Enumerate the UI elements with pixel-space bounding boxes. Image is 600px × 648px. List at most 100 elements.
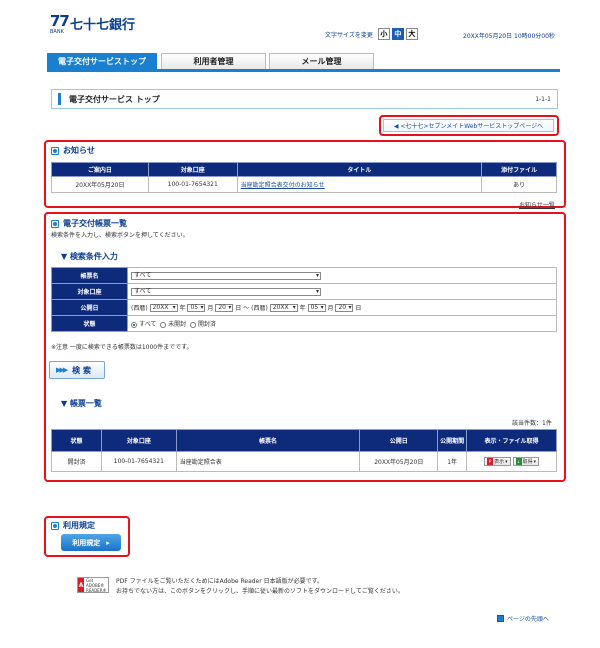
notice-title-cell: 当座勘定照合表交付のお知らせ [236, 176, 483, 193]
logo-number: 77 [50, 12, 70, 30]
tab-service-top[interactable]: 電子交付サービストップ [47, 53, 157, 69]
date-to-month-unit: 月 [327, 304, 334, 312]
form-name-cell: すべて [127, 267, 557, 284]
rules-heading-label: 利用規定 [63, 521, 95, 530]
notice-date: 20XX年05月20日 [51, 176, 149, 193]
page-top-label: ページの先頭へ [507, 616, 549, 623]
tab-user-management[interactable]: 利用者管理 [161, 53, 266, 69]
date-from-year-unit: 年 [179, 304, 186, 312]
status-option-opened: 開封済 [198, 321, 217, 328]
font-size-switcher: 文字サイズを変更 小 中 大 [325, 28, 418, 40]
status-radio-all[interactable] [131, 321, 137, 328]
notice-heading: お知らせ [51, 145, 95, 156]
rules-button-label: 利用規定 [72, 538, 101, 547]
date-from-month-unit: 月 [207, 304, 214, 312]
row-date: 20XX年05月20日 [359, 451, 439, 472]
col-account: 対象口座 [100, 429, 177, 452]
font-size-small-button[interactable]: 小 [377, 28, 390, 40]
col-status: 状態 [51, 429, 102, 452]
main-tabs: 電子交付サービストップ 利用者管理 メール管理 [47, 53, 560, 72]
account-label: 対象口座 [51, 283, 128, 300]
notice-account: 100-01-7654321 [147, 176, 238, 193]
title-accent-bar [58, 93, 61, 105]
search-button[interactable]: ▶▶▶ 検 索 [49, 361, 105, 379]
date-to-day-select[interactable]: 20 [335, 304, 354, 313]
search-button-label: 検 索 [72, 365, 91, 375]
get-adobe-reader-button[interactable]: A Get ADOBE® READER® [77, 577, 109, 593]
date-to-month-select[interactable]: 05 [307, 304, 326, 313]
date-to-year-unit: 年 [299, 304, 306, 312]
result-count: 該当件数：1件 [512, 420, 552, 427]
sevenmate-top-link[interactable]: ◀ <七十七>セブンメイトWebサービストップページへ [383, 119, 554, 132]
tab-mail-management[interactable]: メール管理 [269, 53, 374, 69]
date-cell: (西暦) 20XX 年 05 月 20 日 〜 (西暦) 20XX 年 05 月… [127, 299, 557, 316]
section-bullet-icon [51, 146, 59, 155]
search-conditions-table: 帳票名 すべて 対象口座 すべて 公開日 (西暦) 20XX 年 05 月 20… [51, 267, 557, 332]
logo-bank: BANK [50, 29, 64, 35]
section-bullet-icon [51, 219, 59, 228]
status-label: 状態 [51, 315, 128, 332]
adobe-note-1: PDF ファイルをご覧いただくためにはAdobe Reader 日本語版が必要で… [116, 578, 324, 585]
table-row: 20XX年05月20日 100-01-7654321 当座勘定照合表交付のお知ら… [51, 176, 557, 193]
sevenmate-top-link-label: ◀ <七十七>セブンメイトWebサービストップページへ [393, 123, 544, 130]
adobe-note-2: お持ちでない方は、このボタンをクリックし、手順に従い最新のソフトをダウンロードし… [116, 588, 404, 595]
arrow-up-icon [497, 615, 504, 622]
col-form-name: 帳票名 [175, 429, 361, 452]
date-from-era: (西暦) [131, 304, 148, 312]
ledger-heading: 電子交付帳票一覧 [51, 218, 127, 229]
status-option-all: すべて [139, 321, 157, 328]
date-separator: 〜 [243, 304, 250, 312]
notice-attachment: あり [481, 176, 557, 193]
row-period: 1年 [437, 451, 468, 472]
pdf-icon: P [487, 458, 494, 465]
account-select[interactable]: すべて [131, 287, 321, 296]
row-actions: P 表示 ▾ ↓ 取得 ▾ [466, 451, 557, 472]
notice-list-link[interactable]: お知らせ一覧 [519, 200, 555, 209]
col-notice-date: ご案内日 [51, 162, 149, 177]
page-id: 1-1-1 [535, 96, 551, 103]
download-button-label: 取得 [522, 459, 533, 465]
date-label: 公開日 [51, 299, 128, 316]
adobe-logo-icon: A [78, 578, 85, 592]
logo-name: 七十七銀行 [70, 18, 136, 33]
table-row: 開封済 100-01-7654321 当座勘定照合表 20XX年05月20日 1… [51, 451, 557, 472]
font-size-medium-button[interactable]: 中 [391, 28, 404, 40]
date-to-day-unit: 日 [355, 304, 362, 312]
form-name-select[interactable]: すべて [131, 271, 321, 280]
adobe-badge-bottom: ADOBE® READER® [86, 582, 107, 593]
col-notice-account: 対象口座 [147, 162, 238, 177]
triple-arrow-icon: ▶▶▶ [56, 366, 68, 374]
date-from-day-select[interactable]: 20 [215, 304, 234, 313]
bank-logo: 77 BANK 七十七銀行 [50, 12, 140, 35]
account-cell: すべて [127, 283, 557, 300]
date-from-day-unit: 日 [235, 304, 242, 312]
status-radio-opened[interactable] [190, 321, 197, 328]
status-radio-unopened[interactable] [160, 321, 167, 328]
date-from-month-select[interactable]: 05 [187, 304, 206, 313]
login-datetime: 20XX年05月20日 10時00分00秒 [463, 33, 555, 40]
date-from-year-select[interactable]: 20XX [149, 304, 178, 313]
col-period: 公開期間 [437, 429, 468, 452]
view-button[interactable]: P 表示 ▾ [484, 457, 511, 466]
adobe-badge-text: Get ADOBE® READER® [86, 578, 108, 593]
date-to-year-select[interactable]: 20XX [269, 304, 298, 313]
chevron-right-icon: ▸ [106, 538, 110, 547]
col-notice-title: タイトル [236, 162, 483, 177]
rules-button[interactable]: 利用規定 ▸ [61, 534, 121, 551]
notice-title-link[interactable]: 当座勘定照合表交付のお知らせ [241, 182, 325, 189]
page-top-link[interactable]: ページの先頭へ [497, 614, 549, 623]
status-option-unopened: 未開封 [168, 321, 187, 328]
col-actions: 表示・ファイル取得 [466, 429, 557, 452]
download-button[interactable]: ↓ 取得 ▾ [512, 457, 540, 466]
view-button-label: 表示 [494, 459, 505, 465]
download-icon: ↓ [515, 458, 522, 465]
ledger-table: 状態 対象口座 帳票名 公開日 公開期間 表示・ファイル取得 開封済 100-0… [51, 429, 557, 472]
row-form-name: 当座勘定照合表 [175, 451, 361, 472]
page-title: 電子交付サービス トップ [69, 94, 160, 104]
form-name-label: 帳票名 [51, 267, 128, 284]
font-size-large-button[interactable]: 大 [405, 28, 418, 40]
row-account: 100-01-7654321 [100, 451, 177, 472]
status-cell: すべて 未開封 開封済 [127, 315, 557, 332]
notice-heading-label: お知らせ [63, 146, 95, 155]
col-notice-attachment: 添付ファイル [481, 162, 557, 177]
